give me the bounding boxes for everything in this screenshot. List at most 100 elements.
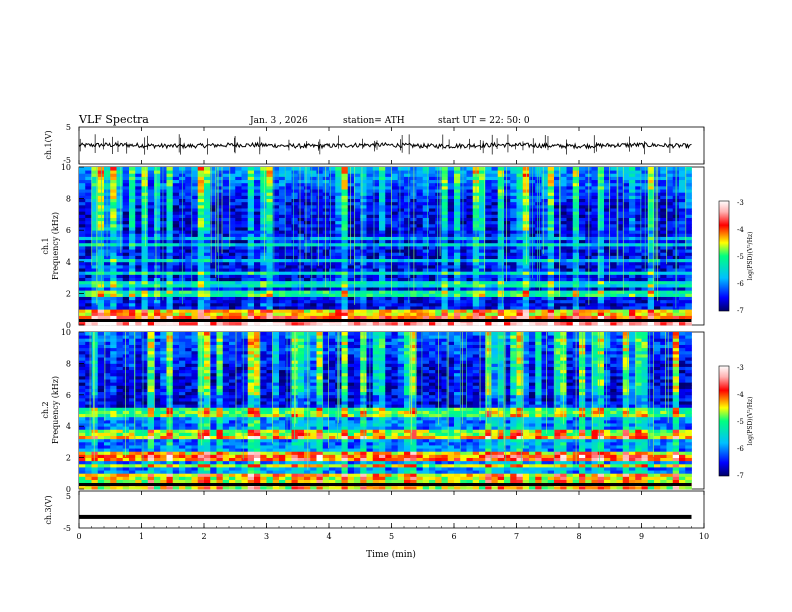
spectrogram-cell bbox=[141, 258, 149, 263]
spectrogram-cell bbox=[347, 264, 355, 269]
spectrogram-cell bbox=[204, 306, 211, 310]
spectrogram-cell bbox=[616, 283, 624, 288]
spectrogram-cell bbox=[541, 173, 549, 177]
spectrogram-cell bbox=[222, 252, 230, 256]
spectrogram-cell bbox=[572, 271, 580, 275]
spectrogram-cell bbox=[285, 167, 292, 171]
spectrogram-cell bbox=[385, 239, 392, 244]
spectrogram-cell bbox=[254, 261, 261, 266]
spectrogram-cell bbox=[666, 268, 674, 272]
spectrogram-cell bbox=[391, 274, 399, 278]
spectrogram-cell bbox=[366, 283, 374, 288]
spectrogram-cell bbox=[216, 261, 224, 266]
spectrogram-cell bbox=[566, 185, 574, 190]
spectrogram-cell bbox=[485, 182, 492, 187]
spectrogram-cell bbox=[497, 233, 505, 237]
spectrogram-cell bbox=[172, 173, 180, 177]
spectrogram-cell bbox=[79, 280, 86, 285]
spectrogram-cell bbox=[366, 185, 374, 190]
spectrogram-cell bbox=[397, 167, 405, 171]
spectrogram-cell bbox=[441, 236, 449, 241]
spectrogram-cell bbox=[454, 179, 461, 184]
spectrogram-cell bbox=[510, 290, 517, 294]
spectrogram-cell bbox=[641, 217, 649, 222]
spectrogram-cell bbox=[266, 268, 274, 272]
spectrogram-cell bbox=[666, 230, 674, 234]
spectrogram-cell bbox=[435, 268, 442, 272]
spectrogram-cell bbox=[466, 315, 474, 320]
spectrogram-cell bbox=[685, 223, 692, 228]
spectrogram-cell bbox=[485, 293, 492, 297]
spectrogram-cell bbox=[466, 208, 474, 212]
spectrogram-cell bbox=[466, 242, 474, 247]
spectrogram-cell bbox=[685, 246, 692, 250]
spectrogram-cell bbox=[591, 302, 599, 307]
spectrogram-cell bbox=[341, 268, 349, 272]
spectrogram-cell bbox=[422, 214, 430, 218]
spectrogram-cell bbox=[266, 321, 274, 326]
spectrogram-cell bbox=[472, 287, 480, 291]
spectrogram-cell bbox=[547, 249, 555, 253]
spectrogram-cell bbox=[241, 268, 249, 272]
spectrogram-cell bbox=[497, 312, 505, 316]
spectrogram-cell bbox=[360, 220, 367, 225]
spectrogram-cell bbox=[422, 293, 430, 297]
spectrogram-cell bbox=[335, 236, 342, 241]
spectrogram-cell bbox=[391, 261, 399, 266]
spectrogram-cell bbox=[641, 274, 649, 278]
spectrogram-cell bbox=[566, 312, 574, 316]
spectrogram-cell bbox=[222, 220, 230, 225]
spectrogram-cell bbox=[591, 233, 599, 237]
spectrogram-cell bbox=[635, 309, 642, 313]
spectrogram-cell bbox=[679, 179, 686, 184]
spectrogram-cell bbox=[197, 198, 205, 203]
spectrogram-cell bbox=[279, 287, 286, 291]
spectrogram-cell bbox=[491, 296, 499, 301]
spectrogram-cell bbox=[204, 233, 211, 237]
spectrogram-cell bbox=[366, 268, 374, 272]
spectrogram-cell bbox=[379, 217, 386, 222]
spectrogram-cell bbox=[491, 201, 499, 206]
spectrogram-cell bbox=[185, 214, 192, 218]
spectrogram-cell bbox=[435, 208, 442, 212]
spectrogram-cell bbox=[497, 220, 505, 225]
spectrogram-cell bbox=[335, 299, 342, 304]
spectrogram-cell bbox=[254, 227, 261, 231]
spectrogram-cell bbox=[591, 299, 599, 304]
spectrogram-cell bbox=[154, 220, 161, 225]
spectrogram-cell bbox=[429, 195, 436, 199]
spectrogram-cell bbox=[185, 258, 192, 263]
spectrogram-cell bbox=[591, 249, 599, 253]
spectrogram-cell bbox=[522, 306, 530, 310]
spectrogram-cell bbox=[160, 182, 167, 187]
spectrogram-cell bbox=[422, 239, 430, 244]
spectrogram-cell bbox=[247, 246, 255, 250]
spectrogram-cell bbox=[141, 296, 149, 301]
spectrogram-cell bbox=[447, 179, 455, 184]
spectrogram-cell bbox=[360, 242, 367, 247]
spectrogram-cell bbox=[616, 321, 624, 326]
spectrogram-cell bbox=[422, 182, 430, 187]
spectrogram-cell bbox=[110, 208, 117, 212]
spectrogram-cell bbox=[191, 252, 199, 256]
spectrogram-cell bbox=[197, 189, 205, 193]
spectrogram-cell bbox=[554, 306, 561, 310]
spectrogram-cell bbox=[385, 290, 392, 294]
spectrogram-cell bbox=[297, 173, 305, 177]
spectrogram-cell bbox=[316, 220, 324, 225]
spectrogram-cell bbox=[385, 277, 392, 282]
spectrogram-cell bbox=[622, 261, 630, 266]
spectrogram-cell bbox=[310, 198, 317, 203]
spectrogram-cell bbox=[135, 261, 142, 266]
spectrogram-cell bbox=[185, 293, 192, 297]
spectrogram-cell bbox=[235, 189, 242, 193]
spectrogram-cell bbox=[579, 167, 586, 171]
spectrogram-cell bbox=[685, 258, 692, 263]
spectrogram-cell bbox=[235, 170, 242, 174]
spectrogram-cell bbox=[191, 176, 199, 181]
spectrogram-cell bbox=[372, 280, 380, 285]
spectrogram-cell bbox=[560, 312, 567, 316]
spectrogram-cell bbox=[616, 268, 624, 272]
spectrogram-cell bbox=[441, 182, 449, 187]
spectrogram-cell bbox=[454, 192, 461, 196]
